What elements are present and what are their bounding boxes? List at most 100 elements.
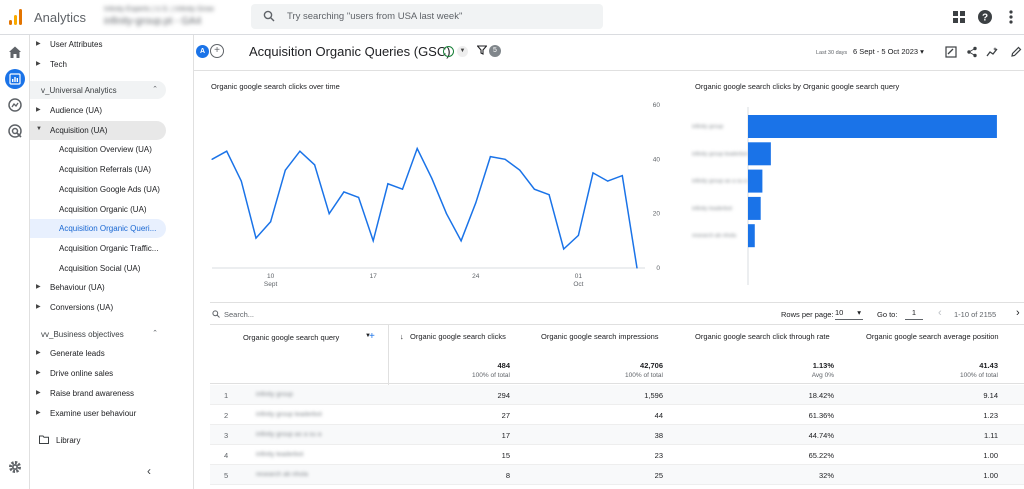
- line-point: [475, 202, 477, 204]
- filter-icon[interactable]: [476, 45, 488, 58]
- sidebar-item-drive-online-sales[interactable]: ▶ Drive online sales: [30, 364, 194, 383]
- goto-page-input[interactable]: 1: [905, 308, 923, 320]
- line-chart[interactable]: 60 40 20 0 10Sept 17 24 01Oct: [210, 97, 670, 297]
- apps-grid-icon[interactable]: [951, 9, 967, 25]
- filter-count-badge[interactable]: 5: [489, 45, 501, 57]
- sidebar-item-acq-social[interactable]: Acquisition Social (UA): [30, 259, 194, 278]
- sidebar-item-acq-organic-queries[interactable]: Acquisition Organic Queri...: [30, 219, 166, 238]
- col-header-avg-position[interactable]: Organic google search average position: [866, 332, 1024, 341]
- row-ctr: 61.36%: [808, 411, 834, 420]
- table-row[interactable]: 1 infinity group 294 1,596 18.42% 9.14: [210, 385, 1024, 405]
- sidebar-item-audience-ua[interactable]: ▶ Audience (UA): [30, 101, 194, 120]
- row-impressions: 25: [654, 471, 663, 480]
- account-selector[interactable]: Infinity Experts | U.S. | Infinity Grow …: [104, 6, 244, 30]
- report-header: A + Acquisition Organic Queries (GSC) ▼ …: [194, 35, 1024, 71]
- search-placeholder: Try searching "users from USA last week": [287, 11, 463, 22]
- table-search-input[interactable]: Search...: [224, 310, 254, 319]
- sidebar-item-acq-google-ads[interactable]: Acquisition Google Ads (UA): [30, 180, 194, 199]
- y-tick-label: 0: [656, 265, 660, 272]
- explore-icon[interactable]: [7, 97, 23, 113]
- x-tick-day: 17: [370, 273, 378, 280]
- settings-icon[interactable]: [7, 459, 23, 475]
- insights-icon[interactable]: [986, 46, 998, 58]
- dimension-header[interactable]: Organic google search query: [243, 333, 339, 342]
- collection-universal-analytics[interactable]: v_Universal Analytics ⌃: [30, 81, 166, 99]
- search-icon: [212, 310, 220, 318]
- collapse-sidebar-icon[interactable]: ‹: [147, 464, 151, 478]
- line-point: [416, 147, 418, 150]
- table-row[interactable]: 2 infinity group leaderbot 27 44 61.36% 1.23: [210, 405, 1024, 425]
- sidebar-item-tech[interactable]: ▶ Tech: [30, 55, 194, 74]
- help-icon[interactable]: ?: [977, 9, 993, 25]
- add-comparison-button[interactable]: +: [210, 44, 224, 58]
- line-point: [270, 221, 272, 223]
- sidebar-item-acq-referrals[interactable]: Acquisition Referrals (UA): [30, 160, 194, 179]
- line-point: [299, 150, 301, 152]
- sidebar-item-examine-user-behaviour[interactable]: ▶ Examine user behaviour: [30, 404, 194, 423]
- line-point: [460, 240, 462, 242]
- table-row[interactable]: 5 research ab nhola 8 25 32% 1.00: [210, 465, 1024, 485]
- dropdown-arrow-icon: ▾: [857, 308, 861, 317]
- row-query: research ab nhola: [256, 471, 309, 478]
- table-row[interactable]: 3 infinity group ao a su a 17 38 44.74% 1.11: [210, 425, 1024, 445]
- bar[interactable]: [748, 196, 761, 220]
- edit-pencil-icon[interactable]: [1010, 46, 1022, 58]
- sidebar-item-acq-organic-traffic[interactable]: Acquisition Organic Traffic...: [30, 239, 194, 258]
- sidebar-item-behaviour-ua[interactable]: ▶ Behaviour (UA): [30, 278, 194, 297]
- sidebar-item-acquisition-ua[interactable]: ▼ Acquisition (UA): [30, 121, 166, 140]
- row-query: infinity leaderbot: [256, 451, 304, 458]
- bar[interactable]: [748, 169, 763, 193]
- comparison-avatar[interactable]: A: [196, 45, 209, 58]
- bar[interactable]: [748, 142, 771, 166]
- sidebar-item-library[interactable]: Library: [30, 431, 194, 450]
- table-row[interactable]: 4 infinity leaderbot 15 23 65.22% 1.00: [210, 445, 1024, 465]
- bar-chart[interactable]: infinity group infinity group leaderbot in…: [690, 97, 1010, 297]
- date-range-picker[interactable]: 6 Sept - 5 Oct 2023 ▾: [853, 47, 924, 56]
- advertising-icon[interactable]: [7, 123, 23, 139]
- row-index: 4: [224, 451, 229, 460]
- page-info: 1-10 of 2155: [954, 310, 997, 319]
- sidebar-item-conversions-ua[interactable]: ▶ Conversions (UA): [30, 298, 194, 317]
- chevron-down-icon[interactable]: ▼: [457, 46, 468, 57]
- sidebar-item-user-attributes[interactable]: ▶ User Attributes: [30, 35, 194, 54]
- row-impressions: 44: [654, 411, 663, 420]
- sidebar-item-acq-overview[interactable]: Acquisition Overview (UA): [30, 140, 194, 159]
- expand-arrow-icon: ▶: [36, 107, 41, 113]
- share-icon[interactable]: [966, 46, 978, 58]
- analytics-logo-icon[interactable]: [9, 9, 23, 25]
- line-point: [372, 240, 374, 242]
- line-point: [577, 234, 579, 236]
- row-index: 1: [224, 391, 229, 400]
- search-box[interactable]: Try searching "users from USA last week": [251, 4, 603, 29]
- sidebar-item-raise-brand-awareness[interactable]: ▶ Raise brand awareness: [30, 384, 194, 403]
- rows-per-page-select[interactable]: 10 ▾: [835, 308, 863, 320]
- col-header-clicks[interactable]: Organic google search clicks: [410, 332, 510, 341]
- more-vert-icon[interactable]: [1003, 9, 1019, 25]
- add-dimension-icon[interactable]: +: [369, 331, 375, 342]
- row-clicks: 27: [501, 411, 510, 420]
- rows-per-page-value: 10: [835, 308, 844, 317]
- reports-nav[interactable]: [5, 69, 25, 89]
- app-title: Analytics: [34, 10, 87, 25]
- bar[interactable]: [748, 224, 755, 248]
- report-main: A + Acquisition Organic Queries (GSC) ▼ …: [194, 35, 1024, 489]
- sidebar-item-generate-leads[interactable]: ▶ Generate leads: [30, 344, 194, 363]
- col-header-ctr[interactable]: Organic google search click through rate: [695, 332, 855, 341]
- next-page-icon[interactable]: ›: [1016, 307, 1020, 319]
- customize-report-icon[interactable]: [945, 46, 957, 58]
- chevron-up-icon: ⌃: [152, 86, 158, 93]
- x-tick-day: 01: [575, 273, 583, 280]
- col-header-impressions[interactable]: Organic google search impressions: [541, 332, 671, 341]
- expand-arrow-icon: ▶: [36, 410, 41, 416]
- row-clicks: 15: [501, 451, 510, 460]
- account-name: Infinity Experts | U.S. | Infinity Grow: [104, 6, 214, 13]
- bar[interactable]: [748, 115, 997, 138]
- reports-icon: [9, 73, 21, 85]
- total-clicks-sub: 100% of total: [472, 372, 510, 379]
- row-impressions: 38: [654, 431, 663, 440]
- collection-business-objectives[interactable]: vv_Business objectives ⌃: [30, 325, 166, 343]
- home-icon[interactable]: [7, 44, 23, 60]
- prev-page-icon[interactable]: ‹: [938, 307, 942, 319]
- expand-arrow-icon: ▶: [36, 350, 41, 356]
- sidebar-item-acq-organic[interactable]: Acquisition Organic (UA): [30, 200, 194, 219]
